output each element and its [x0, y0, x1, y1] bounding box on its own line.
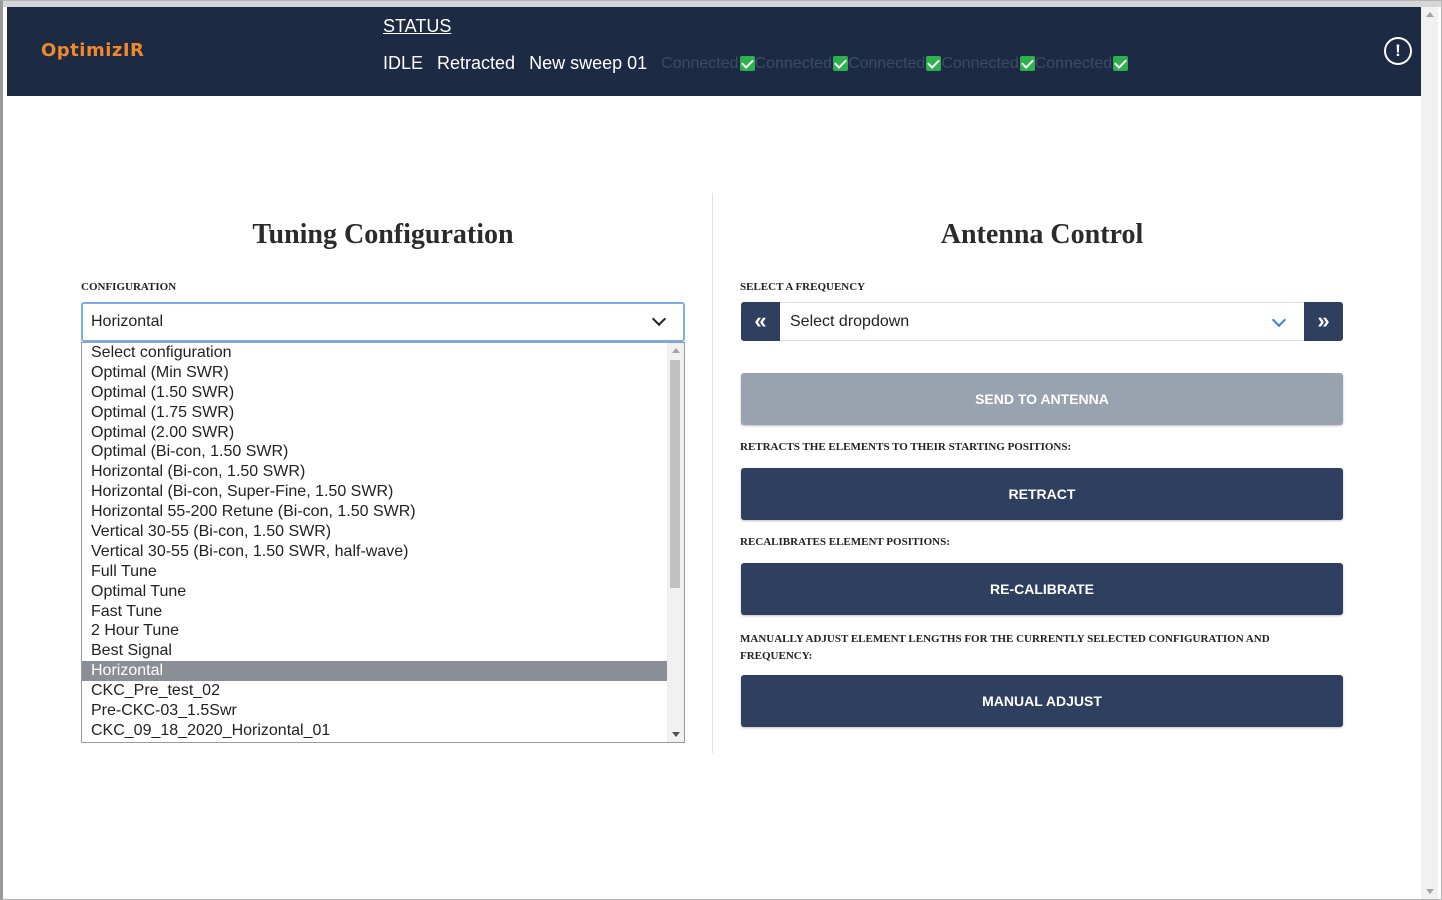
app-logo[interactable]: OptimizIR: [41, 40, 144, 61]
config-option[interactable]: Optimal (Min SWR): [82, 363, 667, 383]
status-row: IDLE Retracted New sweep 01 Connected Co…: [383, 53, 1129, 74]
next-frequency-button[interactable]: »: [1304, 302, 1343, 341]
tuning-title: Tuning Configuration: [252, 219, 514, 250]
scrollbar-thumb[interactable]: [670, 360, 680, 588]
connection-status-2: Connected: [755, 55, 848, 73]
config-option[interactable]: CKC_Pre_test_02: [82, 681, 667, 701]
app-header: OptimizIR STATUS IDLE Retracted New swee…: [7, 7, 1421, 96]
config-option[interactable]: 2 Hour Tune: [82, 621, 667, 641]
connection-status-1: Connected: [661, 54, 755, 73]
connection-status-3: Connected: [847, 54, 942, 73]
connection-label: Connected: [941, 54, 1019, 72]
config-option[interactable]: Horizontal (Bi-con, Super-Fine, 1.50 SWR…: [82, 482, 667, 502]
checkmark-icon: [1019, 56, 1035, 71]
scroll-up-arrow-icon[interactable]: [672, 348, 680, 353]
configuration-selected-value: Horizontal: [91, 313, 164, 330]
chevron-down-icon: [1271, 312, 1287, 328]
config-option[interactable]: Optimal Tune: [82, 582, 667, 602]
status-state: IDLE: [383, 53, 424, 73]
send-to-antenna-button[interactable]: SEND TO ANTENNA: [741, 373, 1343, 425]
alert-icon[interactable]: !: [1384, 37, 1412, 65]
recalibrate-description: RECALIBRATES ELEMENT POSITIONS:: [740, 536, 950, 548]
frequency-select[interactable]: « Select dropdown »: [741, 302, 1343, 341]
connection-status-4: Connected: [941, 54, 1035, 73]
status-sweep: New sweep 01: [529, 53, 648, 73]
configuration-select[interactable]: Horizontal: [81, 302, 685, 342]
recalibrate-button[interactable]: RE-CALIBRATE: [741, 563, 1343, 615]
checkmark-icon: [739, 56, 755, 71]
manual-adjust-button[interactable]: MANUAL ADJUST: [741, 675, 1343, 727]
configuration-label: CONFIGURATION: [81, 281, 177, 293]
config-option[interactable]: Horizontal (Bi-con, 1.50 SWR): [82, 462, 667, 482]
previous-frequency-button[interactable]: «: [741, 302, 780, 341]
connection-label: Connected: [661, 54, 739, 72]
connection-label: Connected: [1034, 54, 1113, 72]
checkmark-icon: [1113, 56, 1129, 71]
config-option[interactable]: Select configuration: [82, 343, 667, 363]
antenna-title: Antenna Control: [940, 219, 1144, 250]
status-position: Retracted: [437, 53, 516, 73]
config-option[interactable]: Horizontal 55-200 Retune (Bi-con, 1.50 S…: [82, 502, 667, 522]
config-option[interactable]: Optimal (1.75 SWR): [82, 403, 667, 423]
config-option[interactable]: Pre-CKC-03_1.5Swr: [82, 701, 667, 721]
chevron-down-icon: [651, 311, 667, 327]
connection-label: Connected: [754, 54, 832, 72]
frequency-selected-value: Select dropdown: [790, 313, 910, 330]
scroll-down-arrow-icon[interactable]: [672, 732, 680, 737]
config-option[interactable]: CKC_09_18_2020_Horizontal_01: [82, 721, 667, 741]
connection-status-5: Connected: [1034, 54, 1129, 73]
config-option[interactable]: Optimal (Bi-con, 1.50 SWR): [82, 442, 667, 462]
connection-label: Connected: [847, 54, 926, 72]
frequency-label: SELECT A FREQUENCY: [740, 281, 866, 293]
configuration-options-list[interactable]: Select configuration Optimal (Min SWR) O…: [81, 342, 685, 743]
checkmark-icon: [832, 56, 848, 71]
config-option[interactable]: Vertical 30-55 (Bi-con, 1.50 SWR): [82, 522, 667, 542]
config-option[interactable]: Fast Tune: [82, 602, 667, 622]
manual-adjust-description: MANUALLY ADJUST ELEMENT LENGTHS FOR THE …: [740, 633, 1270, 662]
scroll-up-arrow-icon[interactable]: [1426, 12, 1434, 17]
config-option-selected[interactable]: Horizontal: [82, 661, 667, 682]
config-option[interactable]: Best Signal: [82, 641, 667, 661]
config-option[interactable]: Full Tune: [82, 562, 667, 582]
list-scrollbar[interactable]: [667, 343, 684, 742]
status-link[interactable]: STATUS: [383, 16, 451, 37]
scroll-down-arrow-icon[interactable]: [1426, 889, 1434, 894]
checkmark-icon: [926, 56, 942, 71]
section-divider: [712, 193, 713, 753]
config-option[interactable]: Optimal (2.00 SWR): [82, 423, 667, 443]
page-scrollbar[interactable]: [1421, 7, 1438, 899]
config-option[interactable]: Optimal (1.50 SWR): [82, 383, 667, 403]
config-option[interactable]: Vertical 30-55 (Bi-con, 1.50 SWR, half-w…: [82, 542, 667, 562]
retract-description: RETRACTS THE ELEMENTS TO THEIR STARTING …: [740, 441, 1072, 453]
retract-button[interactable]: RETRACT: [741, 468, 1343, 520]
